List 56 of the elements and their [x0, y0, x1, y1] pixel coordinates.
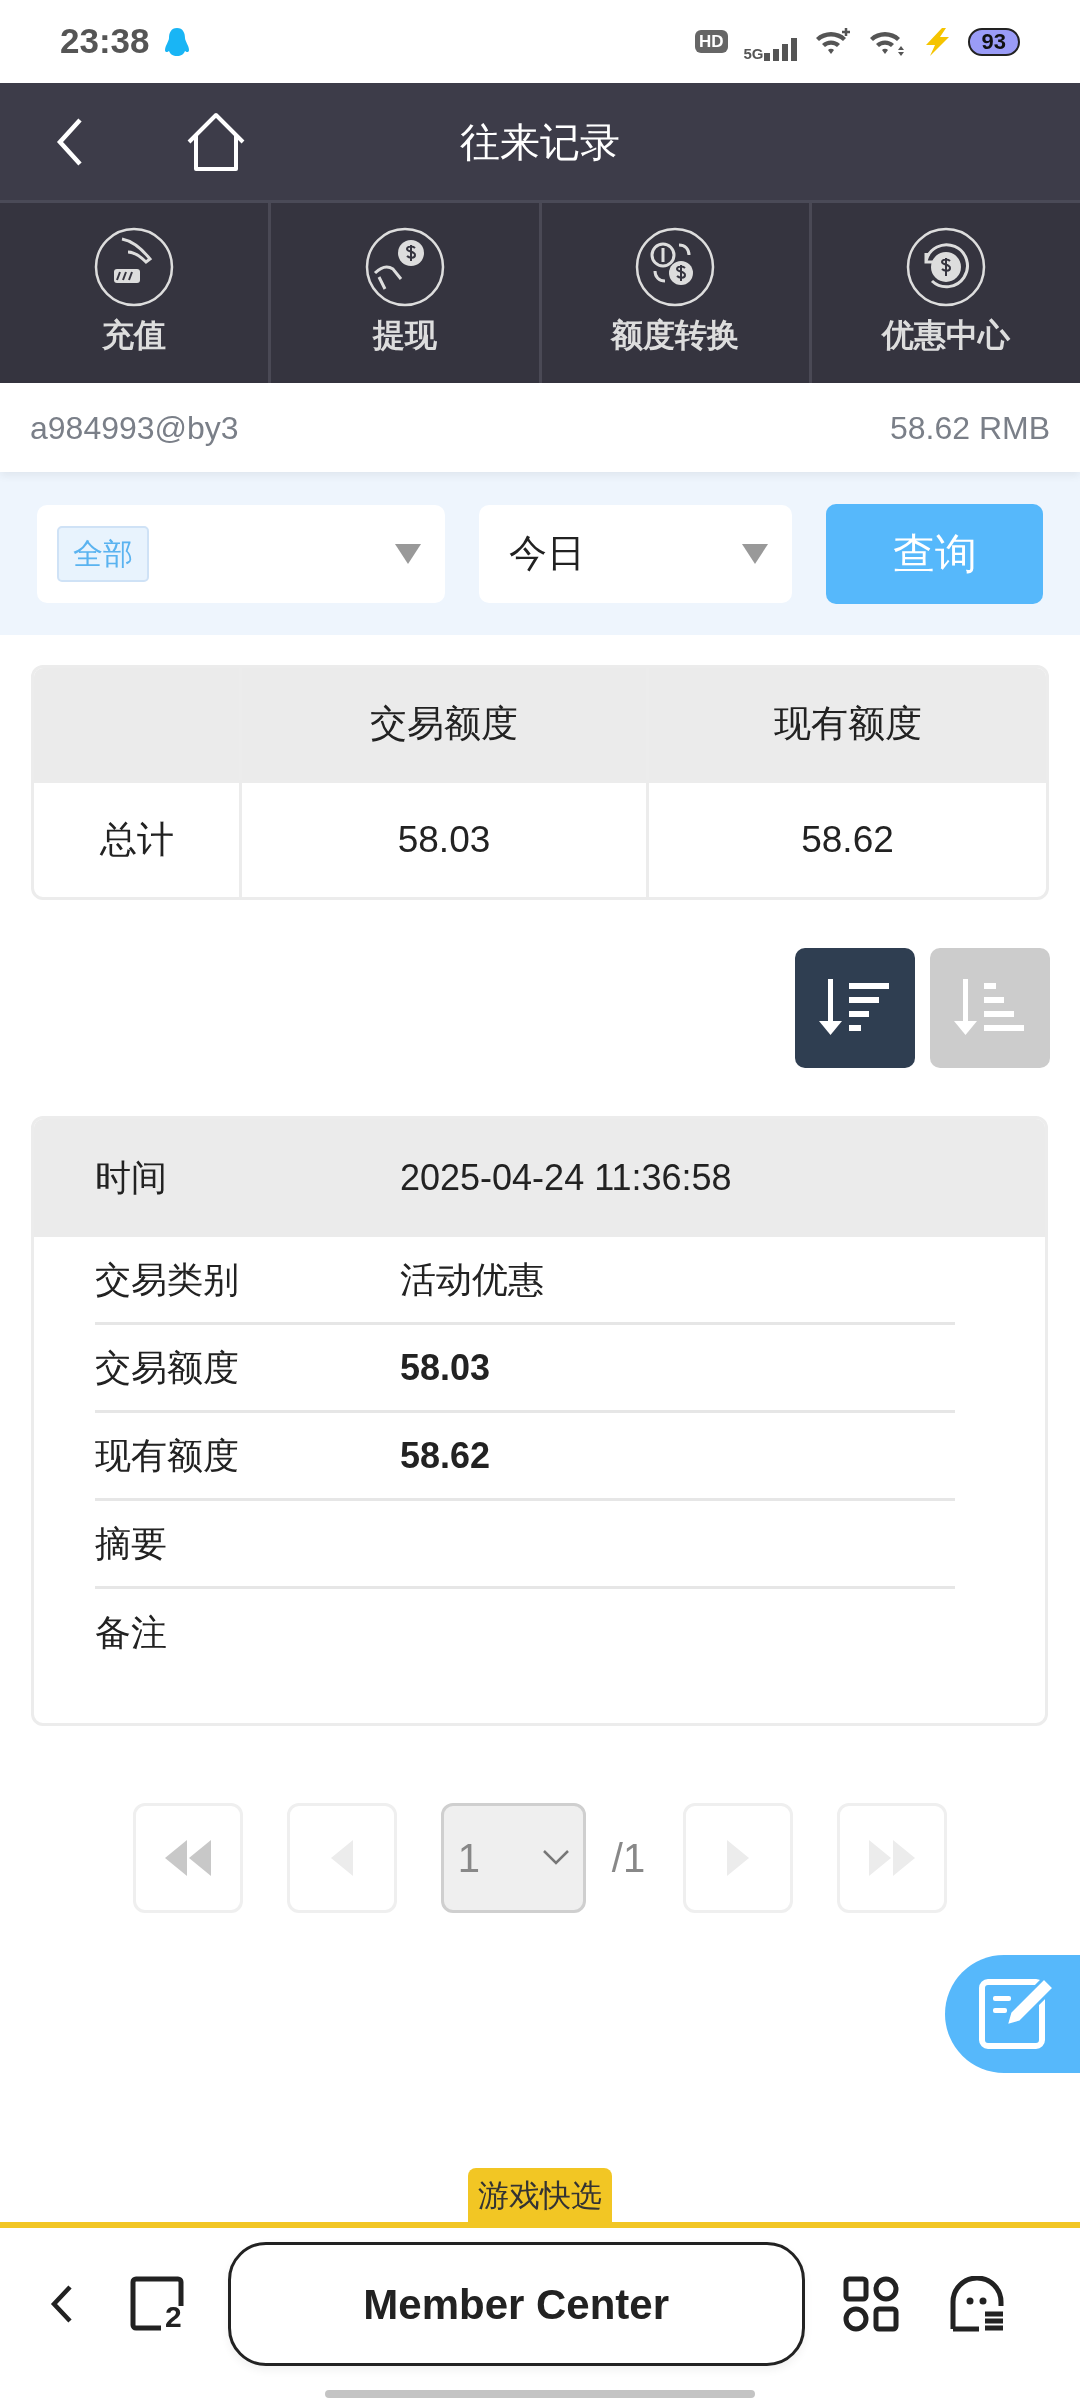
coin-refresh-icon [906, 227, 987, 307]
home-icon [185, 111, 247, 172]
chevron-down-icon [542, 1850, 569, 1866]
sort-button[interactable] [795, 948, 915, 1068]
hand-card-icon [93, 227, 174, 307]
double-left-icon [164, 1838, 211, 1878]
field-label: 交易额度 [95, 1345, 240, 1390]
field-label: 备注 [95, 1611, 168, 1655]
sort-descending-icon [819, 979, 891, 1037]
table-cell: 58.03 [239, 780, 646, 897]
address-bar[interactable]: Member Center [227, 2242, 805, 2366]
row-label: 总计 [34, 780, 239, 897]
back-button[interactable] [55, 116, 85, 167]
column-header: 现有额度 [646, 668, 1046, 780]
caret-icon [394, 543, 421, 564]
coin-exchange-icon [635, 227, 716, 307]
back-icon [55, 116, 85, 167]
apps-button[interactable] [842, 2276, 899, 2332]
period-select[interactable]: 今日 [478, 504, 793, 603]
quick-action-tab[interactable]: 提现 [270, 203, 542, 383]
hand-coin-icon [364, 227, 445, 307]
network-type: 5G [743, 46, 764, 61]
home-button[interactable] [185, 111, 247, 172]
back-icon [50, 2284, 74, 2324]
ghost-icon [948, 2276, 1005, 2332]
quick-action-tab[interactable]: 充值 [0, 203, 271, 383]
selected-tag: 全部 [57, 525, 149, 582]
tabs-icon [129, 2276, 185, 2332]
field-label: 现有额度 [95, 1433, 240, 1478]
quick-pick-tab[interactable]: 游戏快选 [468, 2167, 612, 2222]
quick-action-tab[interactable]: 优惠中心 [812, 203, 1080, 383]
hd-indicator: HD [694, 30, 728, 53]
table-cell: 58.62 [646, 780, 1046, 897]
username: a984993@by3 [30, 408, 239, 448]
field-value: 2025-04-24 11:36:58 [400, 1156, 732, 1200]
grid-icon [842, 2276, 899, 2332]
battery-level: 93 [967, 27, 1020, 56]
field-value: 58.03 [400, 1345, 491, 1390]
field-label: 交易类别 [95, 1257, 240, 1302]
clock-time: 23:38 [60, 20, 150, 63]
quick-action-tab[interactable]: 额度转换 [541, 203, 813, 383]
tabs-button[interactable]: 2 [129, 2276, 182, 2332]
sort-ascending-icon [954, 979, 1026, 1037]
back-button[interactable] [50, 2284, 74, 2324]
page-title: 往来记录 [460, 118, 620, 166]
profile-button[interactable] [948, 2276, 1005, 2332]
column-header: 交易额度 [239, 668, 646, 780]
penguin-icon [163, 26, 190, 57]
balance: 58.62 RMB [889, 408, 1050, 448]
field-label: 摘要 [95, 1521, 168, 1566]
field-value: 58.62 [400, 1433, 491, 1478]
field-value: 活动优惠 [400, 1257, 544, 1302]
signal-icon [763, 37, 798, 61]
page-total: /1 [611, 1835, 646, 1882]
caret-icon [742, 543, 769, 564]
field-label: 时间 [95, 1156, 168, 1200]
